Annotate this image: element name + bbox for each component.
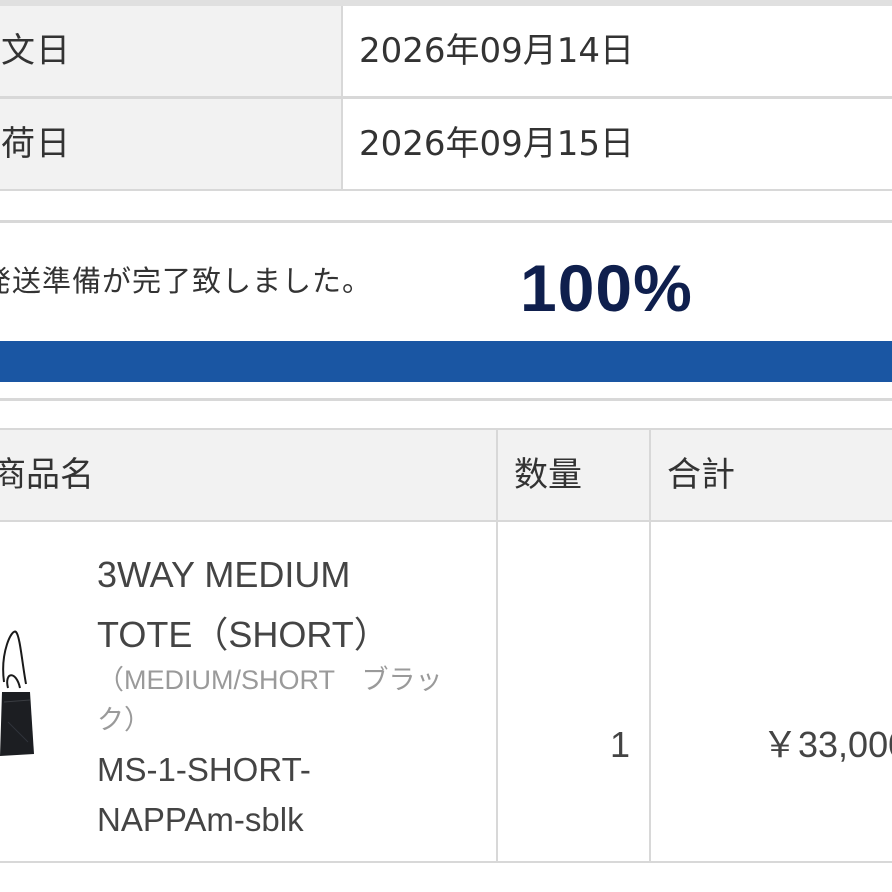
ship-date-value: 2026年09月15日 (343, 99, 892, 189)
black-tote-bag-icon[interactable] (0, 622, 40, 762)
progress-bar-fill (0, 341, 892, 382)
order-date-row: 注文日 2026年09月14日 (0, 6, 892, 96)
divider (0, 520, 892, 522)
progress-message: 発送準備が完了致しました。 (0, 264, 373, 298)
divider (0, 398, 892, 401)
progress-bar (0, 341, 892, 382)
order-date-value: 2026年09月14日 (343, 6, 892, 96)
ship-date-label: 出荷日 (0, 99, 343, 189)
column-divider (496, 430, 498, 863)
order-date-label: 注文日 (0, 6, 343, 96)
product-name[interactable]: 3WAY MEDIUM TOTE（SHORT） (97, 545, 437, 665)
item-total: ￥33,000 (762, 724, 892, 765)
item-quantity: 1 (609, 724, 630, 765)
header-quantity: 数量 (498, 430, 649, 520)
divider (0, 189, 892, 191)
ship-date-row: 出荷日 2026年09月15日 (0, 99, 892, 189)
product-sku: MS-1-SHORT-NAPPAm-sblk (97, 751, 311, 838)
header-total: 合計 (651, 430, 892, 520)
column-divider (649, 430, 651, 863)
product-variant: （MEDIUM/SHORT ブラック） (97, 665, 443, 735)
divider (0, 220, 892, 223)
progress-percent: 100% (520, 251, 693, 325)
divider (0, 861, 892, 863)
header-product-name: 商品名 (0, 430, 496, 520)
